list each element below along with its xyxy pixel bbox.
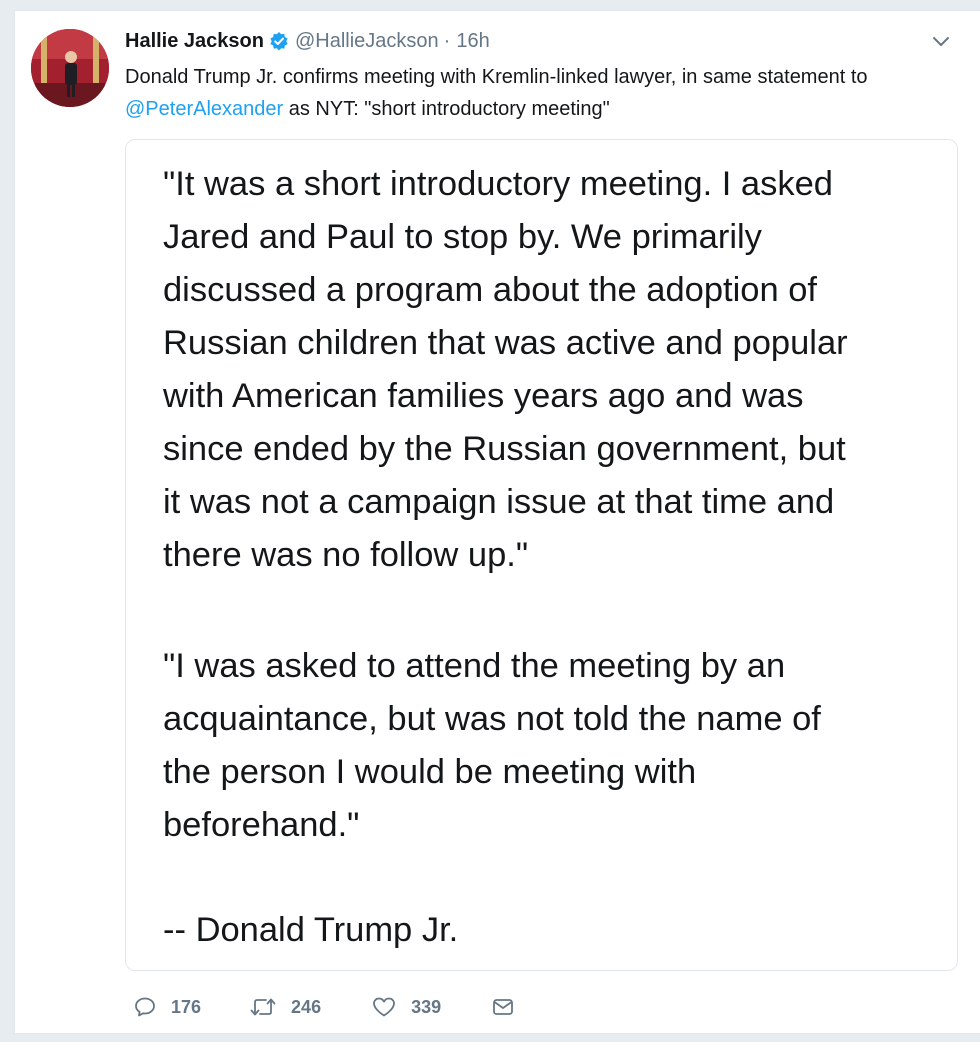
- statement-line: with American families years ago and was: [163, 377, 804, 415]
- statement-line: Jared and Paul to stop by. We primarily: [163, 218, 762, 256]
- avatar[interactable]: [31, 29, 109, 107]
- verified-badge-icon: [269, 31, 289, 51]
- author-handle[interactable]: @HallieJackson: [295, 30, 439, 53]
- statement-line: beforehand.": [163, 806, 360, 844]
- header-separator: ·: [443, 29, 451, 52]
- mention-link[interactable]: @PeterAlexander: [125, 98, 283, 120]
- direct-message-button[interactable]: [491, 995, 515, 1019]
- statement-line: since ended by the Russian government, b…: [163, 430, 846, 468]
- retweet-icon: [249, 995, 277, 1019]
- statement-line: "It was a short introductory meeting. I …: [163, 165, 833, 203]
- direct-message-icon: [491, 995, 515, 1019]
- tweet-text-part-2: as NYT: "short introductory meeting": [283, 98, 610, 120]
- tweet-text-part-1: Donald Trump Jr. confirms meeting with K…: [125, 66, 868, 88]
- like-count: 339: [411, 996, 442, 1017]
- avatar-image: [31, 29, 109, 107]
- chevron-down-icon[interactable]: [928, 29, 954, 55]
- statement-line: there was no follow up.": [163, 536, 529, 574]
- tweet-card[interactable]: Hallie Jackson @HallieJackson · 16h Dona…: [14, 10, 980, 1034]
- author-name[interactable]: Hallie Jackson: [125, 30, 264, 53]
- tweet-timestamp[interactable]: 16h: [456, 30, 489, 53]
- statement-signature: -- Donald Trump Jr.: [163, 911, 459, 949]
- heart-icon: [371, 995, 397, 1019]
- reply-count: 176: [171, 996, 202, 1017]
- statement-paragraph-1: "It was a short introductory meeting. I …: [163, 158, 848, 582]
- retweet-button[interactable]: 246: [249, 995, 321, 1019]
- statement-line: discussed a program about the adoption o…: [163, 271, 818, 309]
- reply-button[interactable]: 176: [133, 995, 201, 1019]
- retweet-count: 246: [291, 996, 322, 1017]
- statement-line: the person I would be meeting with: [163, 753, 697, 791]
- tweet-header: Hallie Jackson @HallieJackson · 16h: [125, 27, 490, 55]
- reply-icon: [133, 995, 157, 1019]
- statement-line: it was not a campaign issue at that time…: [163, 483, 835, 521]
- tweet-actions: 176 246 339: [125, 987, 515, 1027]
- statement-image[interactable]: "It was a short introductory meeting. I …: [125, 139, 958, 971]
- statement-line: "I was asked to attend the meeting by an: [163, 647, 786, 685]
- statement-line: acquaintance, but was not told the name …: [163, 700, 821, 738]
- tweet-text: Donald Trump Jr. confirms meeting with K…: [125, 61, 945, 125]
- statement-paragraph-2: "I was asked to attend the meeting by an…: [163, 640, 821, 852]
- statement-line: Russian children that was active and pop…: [163, 324, 848, 362]
- like-button[interactable]: 339: [371, 995, 441, 1019]
